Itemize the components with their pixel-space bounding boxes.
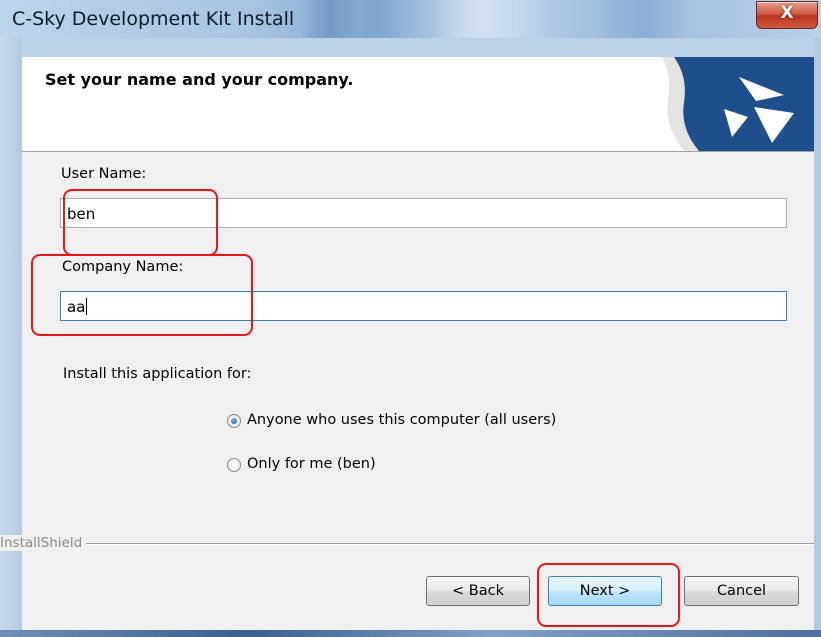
- company-name-value: aa: [67, 298, 86, 316]
- close-icon: X: [780, 3, 794, 23]
- text-caret: [86, 298, 88, 315]
- installer-window: C-Sky Development Kit Install X Set your…: [0, 0, 821, 637]
- footer-divider-highlight: [22, 544, 814, 545]
- radio-option-only-me[interactable]: Only for me (ben): [227, 454, 427, 476]
- back-button[interactable]: < Back: [426, 576, 530, 606]
- company-name-label: Company Name:: [62, 259, 184, 275]
- window-title: C-Sky Development Kit Install: [12, 8, 295, 30]
- installshield-logo-icon: [662, 57, 814, 151]
- title-bar[interactable]: C-Sky Development Kit Install X: [0, 0, 821, 38]
- cancel-button[interactable]: Cancel: [684, 576, 799, 606]
- next-button[interactable]: Next >: [548, 576, 662, 606]
- user-name-field[interactable]: ben: [60, 198, 787, 228]
- page-title: Set your name and your company.: [45, 70, 354, 89]
- taskbar-strip: [0, 630, 821, 637]
- content-area: User Name: ben Company Name: aa Install …: [0, 152, 814, 637]
- radio-button-icon[interactable]: [227, 458, 241, 472]
- radio-option-all-users[interactable]: Anyone who uses this computer (all users…: [227, 410, 607, 432]
- frame-right: [814, 38, 821, 637]
- radio-label-all-users: Anyone who uses this computer (all users…: [247, 412, 557, 428]
- radio-label-only-me: Only for me (ben): [247, 456, 376, 472]
- installshield-brand: InstallShield: [0, 535, 87, 551]
- company-name-field[interactable]: aa: [60, 291, 787, 321]
- frame-top: [22, 38, 814, 57]
- close-button[interactable]: X: [756, 1, 818, 29]
- install-for-label: Install this application for:: [63, 366, 252, 382]
- header-panel: Set your name and your company.: [22, 57, 814, 152]
- user-name-value: ben: [67, 205, 96, 223]
- user-name-label: User Name:: [61, 166, 147, 182]
- radio-button-icon[interactable]: [227, 414, 241, 428]
